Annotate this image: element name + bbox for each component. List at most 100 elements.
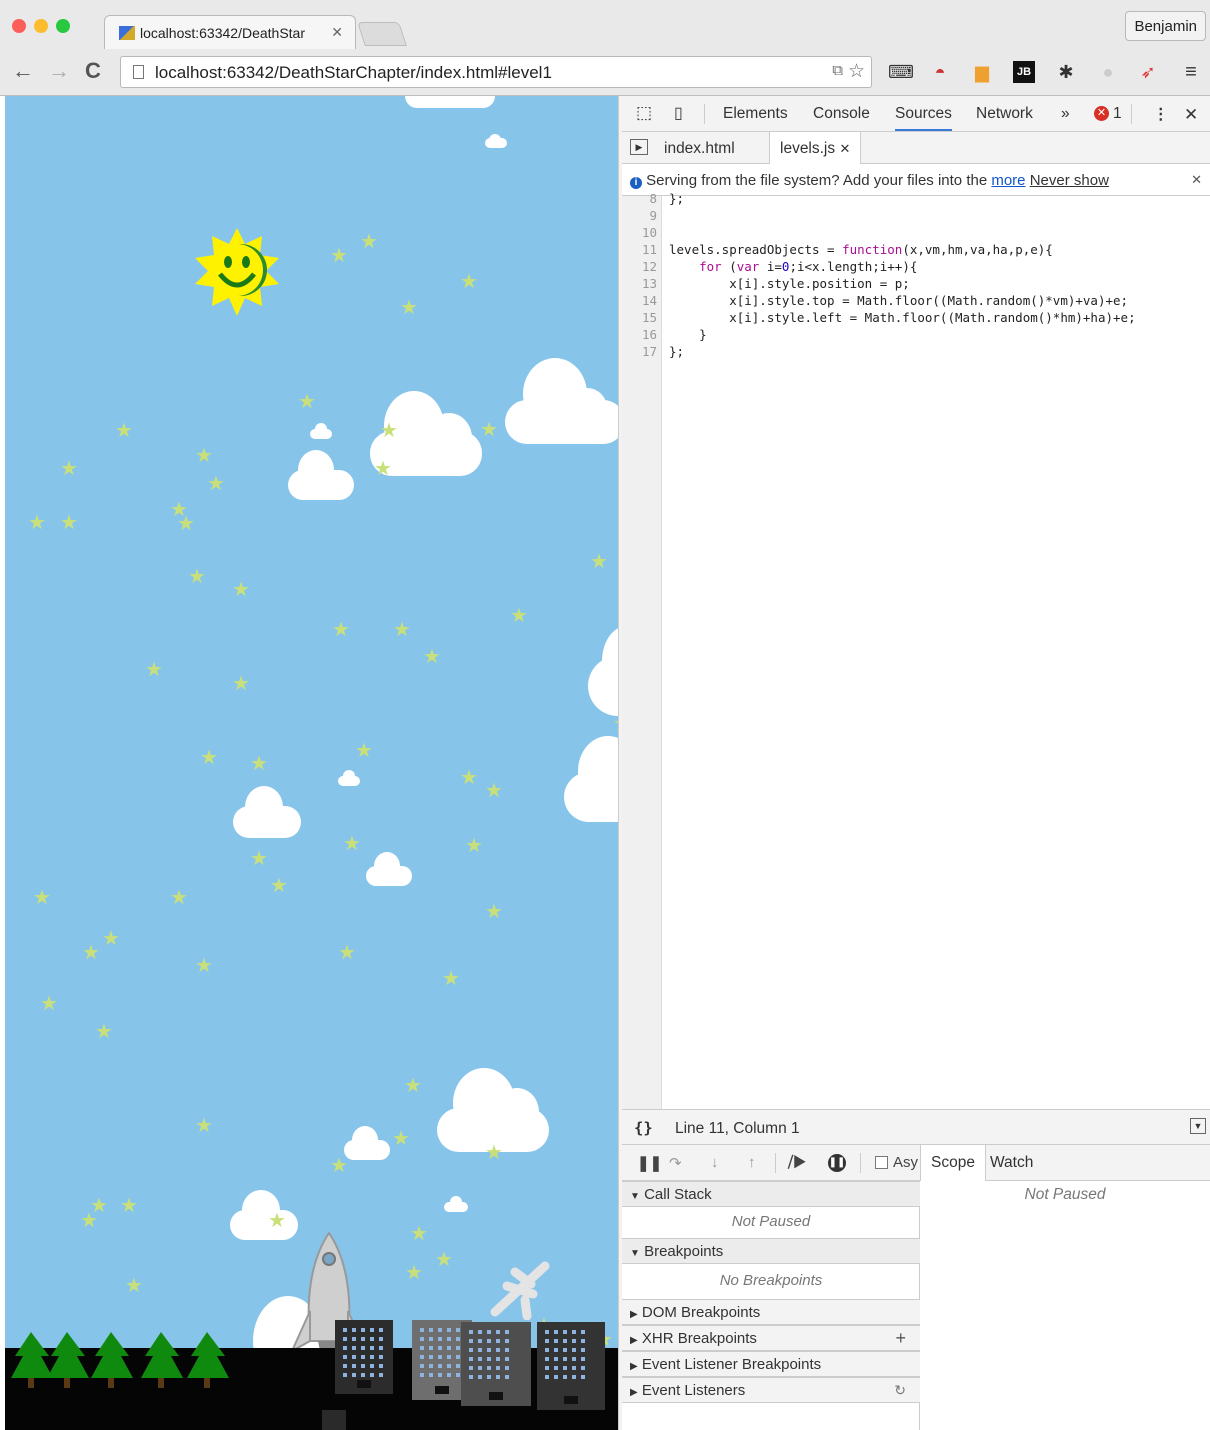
line-number[interactable]: 14: [622, 292, 657, 309]
deactivate-breakpoints-icon[interactable]: ⧸▶: [788, 1154, 806, 1171]
section-call-stack[interactable]: ▼ Call Stack: [622, 1181, 920, 1207]
building-window: [343, 1328, 347, 1332]
error-count[interactable]: 1: [1113, 105, 1122, 123]
tab-network[interactable]: Network: [976, 105, 1033, 123]
circle-extension-icon[interactable]: ●: [1097, 61, 1119, 83]
jetbrains-extension-icon[interactable]: JB: [1013, 61, 1035, 83]
close-infobar-icon[interactable]: ✕: [1191, 172, 1202, 188]
add-icon[interactable]: +: [895, 1328, 906, 1349]
code-line[interactable]: }: [669, 326, 1136, 343]
refresh-icon[interactable]: ↻: [894, 1382, 906, 1399]
section-title: XHR Breakpoints: [641, 1330, 757, 1347]
back-arrow-icon[interactable]: ←: [12, 60, 34, 82]
code-line[interactable]: [669, 224, 1136, 241]
section-breakpoints[interactable]: ▼ Breakpoints: [622, 1238, 920, 1264]
rocket-extension-icon[interactable]: ➶: [1137, 61, 1159, 83]
code-line[interactable]: };: [669, 190, 1136, 207]
navigator-toggle-icon[interactable]: ▶: [630, 139, 648, 155]
translate-icon[interactable]: ⧉: [832, 62, 843, 79]
close-tab-icon[interactable]: ✕: [331, 24, 343, 41]
menu-icon[interactable]: ≡: [1180, 61, 1202, 83]
building-window: [438, 1373, 442, 1377]
tab-watch[interactable]: Watch: [990, 1154, 1033, 1172]
more-tabs-button[interactable]: »: [1061, 105, 1070, 123]
line-number-gutter[interactable]: 8 9 10 11 12 13 14 15 16 17: [622, 191, 662, 1109]
building-window: [420, 1373, 424, 1377]
code-editor[interactable]: 8 9 10 11 12 13 14 15 16 17 }; levels.spreadObjec…: [622, 191, 1210, 1109]
code-text[interactable]: }; levels.spreadObjects = function(x,vm,…: [669, 191, 1136, 360]
keyboard-extension-icon[interactable]: ⌨: [888, 61, 914, 83]
tab-console[interactable]: Console: [813, 105, 870, 123]
async-checkbox[interactable]: [875, 1156, 888, 1169]
mask-extension-icon[interactable]: ◓: [929, 61, 951, 83]
tab-elements[interactable]: Elements: [723, 105, 788, 123]
file-tab-levels[interactable]: levels.js ✕: [769, 132, 862, 165]
building-window: [343, 1355, 347, 1359]
forward-arrow-icon[interactable]: →: [48, 60, 70, 82]
error-icon[interactable]: ✕: [1094, 106, 1109, 121]
pause-on-exceptions-icon[interactable]: ❚❚: [828, 1154, 846, 1172]
building-window: [581, 1375, 585, 1379]
line-number[interactable]: 16: [622, 326, 657, 343]
building-window: [496, 1375, 500, 1379]
close-window-button[interactable]: [12, 19, 26, 33]
bookmark-star-icon[interactable]: ☆: [848, 60, 865, 83]
building-window: [563, 1357, 567, 1361]
star-icon: ★: [40, 993, 58, 1015]
new-tab-button[interactable]: [357, 22, 407, 46]
pause-icon[interactable]: ❚❚: [637, 1154, 662, 1172]
code-line[interactable]: x[i].style.position = p;: [669, 275, 1136, 292]
code-line[interactable]: x[i].style.top = Math.floor((Math.random…: [669, 292, 1136, 309]
devtools-panel: ⬚ ▯ Elements Console Sources Network » ✕…: [622, 96, 1210, 1430]
bus-extension-icon[interactable]: ▆: [971, 61, 993, 83]
cloud: [444, 1196, 468, 1212]
pretty-print-icon[interactable]: {}: [634, 1119, 653, 1137]
section-xhr-breakpoints[interactable]: ▶ XHR Breakpoints +: [622, 1325, 920, 1351]
code-line[interactable]: x[i].style.left = Math.floor((Math.rando…: [669, 309, 1135, 326]
step-into-icon[interactable]: ↓: [711, 1154, 719, 1171]
section-title: Event Listeners: [641, 1382, 746, 1399]
code-line[interactable]: levels.spreadObjects = function(x,vm,hm,…: [669, 241, 1136, 258]
line-number[interactable]: 15: [622, 309, 657, 326]
line-number[interactable]: 17: [622, 343, 657, 360]
building-window: [438, 1337, 442, 1341]
minimize-window-button[interactable]: [34, 19, 48, 33]
building-window: [581, 1357, 585, 1361]
star-icon: ★: [102, 928, 120, 950]
line-number[interactable]: 11: [622, 241, 657, 258]
inspect-element-icon[interactable]: ⬚: [636, 103, 652, 123]
tab-sources[interactable]: Sources: [895, 105, 952, 131]
more-link[interactable]: more: [991, 172, 1025, 189]
file-tab-index[interactable]: index.html: [654, 132, 745, 164]
reload-icon[interactable]: C: [85, 60, 101, 82]
code-line[interactable]: [669, 207, 1136, 224]
step-out-icon[interactable]: ↑: [748, 1154, 756, 1171]
line-number[interactable]: 13: [622, 275, 657, 292]
building-window: [420, 1337, 424, 1341]
code-line[interactable]: };: [669, 343, 1136, 360]
line-number[interactable]: 8: [622, 190, 657, 207]
step-over-icon[interactable]: ↷: [669, 1154, 682, 1172]
address-bar[interactable]: localhost:63342/DeathStarChapter/index.h…: [120, 56, 872, 88]
building-window: [456, 1337, 460, 1341]
tab-scope[interactable]: Scope: [920, 1145, 986, 1181]
browser-tab[interactable]: localhost:63342/DeathStar ✕: [104, 15, 356, 49]
section-dom-breakpoints[interactable]: ▶ DOM Breakpoints: [622, 1299, 920, 1325]
close-devtools-icon[interactable]: ✕: [1184, 105, 1198, 125]
device-toolbar-icon[interactable]: ▯: [674, 103, 683, 123]
building-window: [487, 1357, 491, 1361]
gear-extension-icon[interactable]: ✱: [1055, 61, 1077, 83]
section-event-listener-breakpoints[interactable]: ▶ Event Listener Breakpoints: [622, 1351, 920, 1377]
section-event-listeners[interactable]: ▶ Event Listeners ↻: [622, 1377, 920, 1403]
kebab-menu-icon[interactable]: ⋮: [1153, 105, 1169, 124]
close-file-icon[interactable]: ✕: [839, 141, 850, 156]
line-number[interactable]: 9: [622, 207, 657, 224]
line-number[interactable]: 12: [622, 258, 657, 275]
never-show-link[interactable]: Never show: [1030, 172, 1109, 189]
code-line[interactable]: for (var i=0;i<x.length;i++){: [669, 258, 1136, 275]
toggle-debugger-icon[interactable]: ▼: [1190, 1118, 1206, 1134]
building-window: [505, 1348, 509, 1352]
line-number[interactable]: 10: [622, 224, 657, 241]
profile-button[interactable]: Benjamin: [1125, 11, 1206, 41]
zoom-window-button[interactable]: [56, 19, 70, 33]
